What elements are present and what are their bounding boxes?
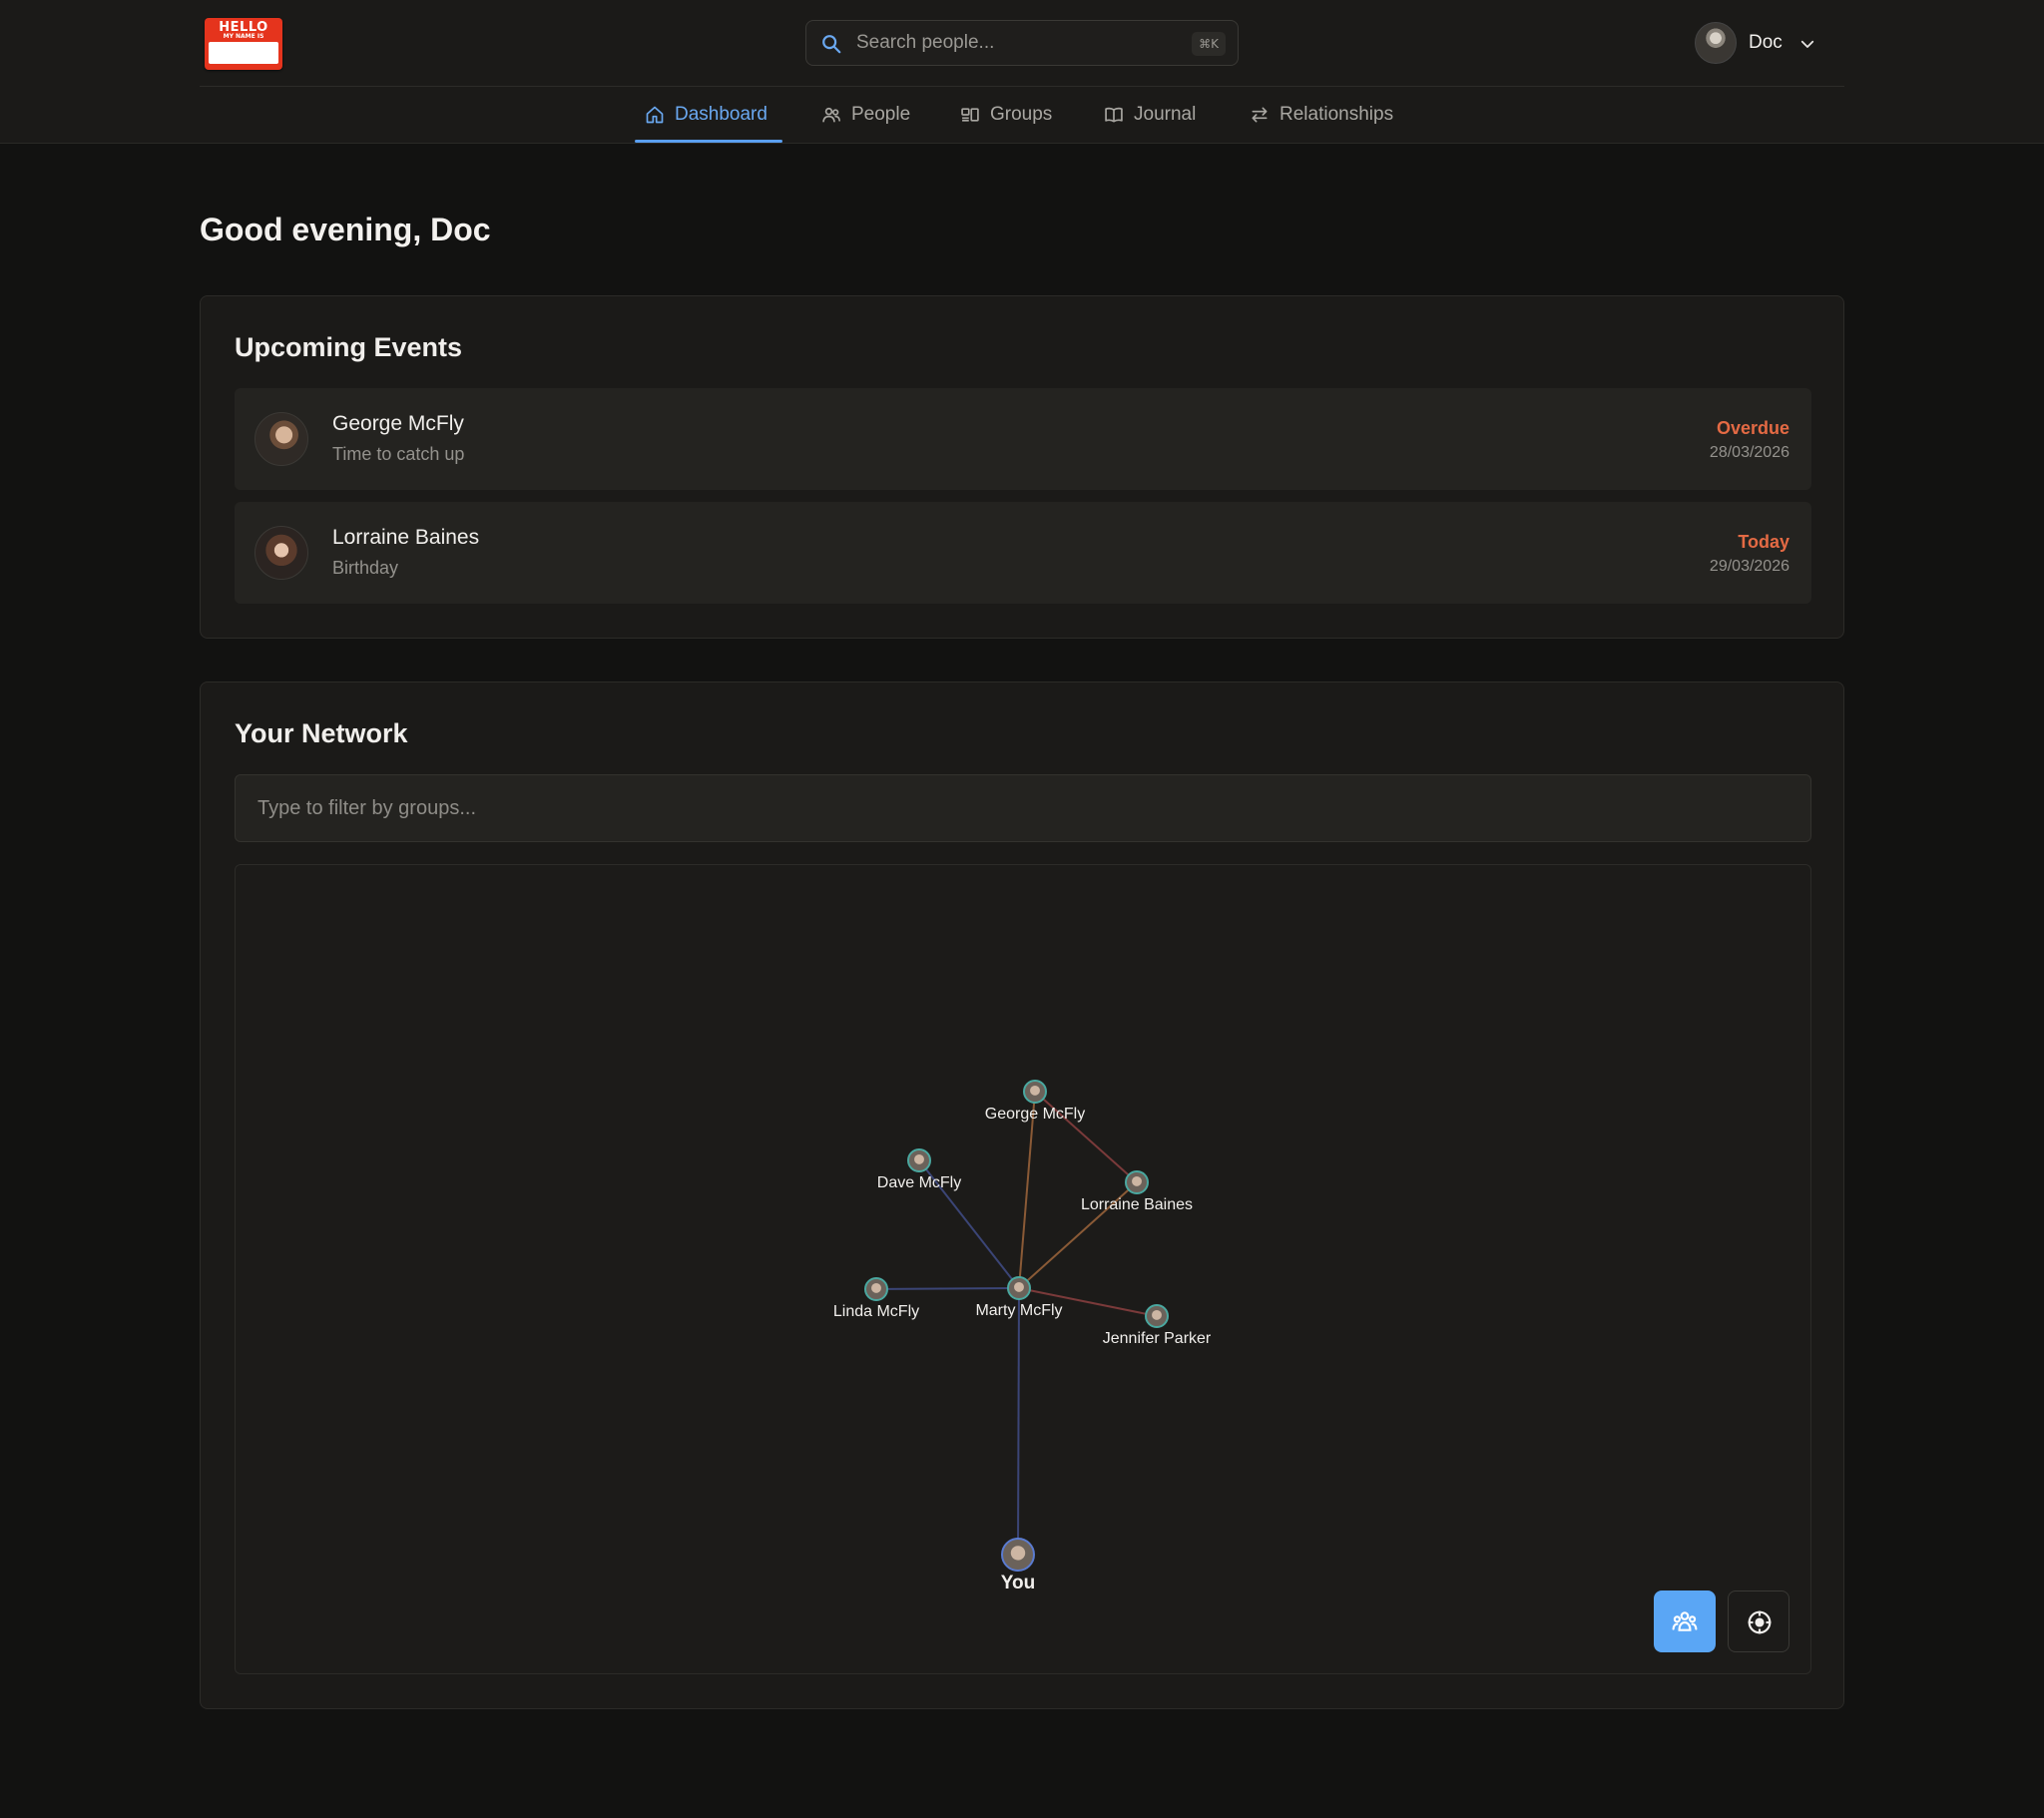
search-box[interactable]: Search people... ⌘K xyxy=(805,20,1239,66)
graph-node-marty[interactable]: Marty McFly xyxy=(975,1276,1063,1319)
upcoming-events-title: Upcoming Events xyxy=(235,332,463,362)
status-badge: Today xyxy=(1738,532,1789,552)
top-navbar: HELLO MY NAME IS Search people... ⌘K Doc… xyxy=(0,0,2044,144)
node-avatar-face xyxy=(871,1282,881,1293)
status-badge: Overdue xyxy=(1716,418,1789,438)
event-description: Time to catch up xyxy=(332,444,465,464)
node-avatar-face xyxy=(1152,1309,1162,1320)
graph-node-linda[interactable]: Linda McFly xyxy=(833,1277,919,1320)
tab-dashboard[interactable]: Dashboard xyxy=(635,88,782,143)
tab-journal[interactable]: Journal xyxy=(1094,88,1210,142)
graph-node-lorraine[interactable]: Lorraine Baines xyxy=(1081,1170,1193,1213)
event-row[interactable]: Lorraine Baines Birthday Today 29/03/202… xyxy=(235,502,1811,604)
book-icon xyxy=(1105,107,1123,123)
people-icon xyxy=(822,107,840,123)
swap-arrows-icon xyxy=(1252,107,1268,123)
node-label: Dave McFly xyxy=(877,1174,961,1191)
active-tab-indicator xyxy=(635,140,782,143)
network-graph[interactable]: George McFly Dave McFly Lorraine Baines Lin… xyxy=(235,864,1811,1674)
search-shortcut-badge: ⌘K xyxy=(1192,32,1226,56)
people-group-icon xyxy=(1672,1611,1698,1631)
node-label: Linda McFly xyxy=(833,1303,919,1320)
node-avatar-face xyxy=(1010,1546,1026,1561)
event-description: Birthday xyxy=(332,558,399,578)
event-person-name: Lorraine Baines xyxy=(332,526,480,549)
event-date: 29/03/2026 xyxy=(1709,558,1789,575)
group-filter-input[interactable] xyxy=(236,775,1810,841)
tab-people[interactable]: People xyxy=(811,88,921,142)
avatar xyxy=(255,412,308,466)
edge-you-marty xyxy=(1017,1287,1020,1556)
event-person-name: George McFly xyxy=(332,412,464,435)
page-title: Good evening, Doc xyxy=(200,212,491,247)
graph-node-dave[interactable]: Dave McFly xyxy=(877,1148,961,1191)
avatar xyxy=(255,526,308,580)
node-label: Jennifer Parker xyxy=(1103,1330,1212,1347)
logo-my-name-is-text: MY NAME IS xyxy=(223,33,264,40)
groups-icon xyxy=(961,108,979,122)
crosshair-center-icon xyxy=(1748,1610,1772,1634)
event-date: 28/03/2026 xyxy=(1709,444,1789,461)
node-label: George McFly xyxy=(985,1106,1085,1123)
node-avatar-face xyxy=(1132,1175,1142,1186)
chevron-down-icon xyxy=(1800,40,1814,48)
user-name: Doc xyxy=(1749,32,1783,53)
search-placeholder: Search people... xyxy=(856,32,995,53)
node-avatar-face xyxy=(1014,1281,1024,1292)
node-avatar-face xyxy=(1030,1085,1040,1096)
tab-groups-label: Groups xyxy=(990,104,1053,125)
home-icon xyxy=(646,106,664,124)
main-nav: Dashboard People Groups Journal Relation… xyxy=(0,88,2044,144)
graph-node-you[interactable]: You xyxy=(1001,1538,1035,1593)
logo[interactable]: HELLO MY NAME IS xyxy=(205,18,282,70)
event-row[interactable]: George McFly Time to catch up Overdue 28… xyxy=(235,388,1811,490)
tab-journal-label: Journal xyxy=(1134,104,1197,125)
search-icon xyxy=(822,35,841,54)
network-card: Your Network George McFly Dave McFly Lorra… xyxy=(200,682,1844,1709)
header-divider xyxy=(200,86,1844,87)
network-graph-canvas[interactable]: George McFly Dave McFly Lorraine Baines Lin… xyxy=(236,865,1811,1674)
node-avatar-face xyxy=(914,1153,924,1164)
recenter-button[interactable] xyxy=(1728,1591,1789,1652)
upcoming-events-card: Upcoming Events George McFly Time to cat… xyxy=(200,295,1844,639)
user-menu[interactable]: Doc xyxy=(1695,22,1824,66)
graph-node-jennifer[interactable]: Jennifer Parker xyxy=(1103,1304,1212,1347)
tab-relationships[interactable]: Relationships xyxy=(1240,88,1411,142)
tab-groups[interactable]: Groups xyxy=(950,88,1070,142)
group-filter-field[interactable] xyxy=(235,774,1811,842)
graph-node-george[interactable]: George McFly xyxy=(985,1080,1085,1123)
avatar xyxy=(1695,22,1737,64)
edge-linda-marty xyxy=(875,1287,1020,1290)
node-label: You xyxy=(1001,1573,1035,1593)
tab-people-label: People xyxy=(851,104,911,125)
group-view-button[interactable] xyxy=(1654,1591,1716,1652)
tab-relationships-label: Relationships xyxy=(1279,104,1394,125)
logo-name-area xyxy=(209,42,278,64)
network-title: Your Network xyxy=(235,718,408,748)
tab-dashboard-label: Dashboard xyxy=(675,104,767,125)
node-label: Marty McFly xyxy=(975,1302,1062,1319)
node-label: Lorraine Baines xyxy=(1081,1196,1193,1213)
